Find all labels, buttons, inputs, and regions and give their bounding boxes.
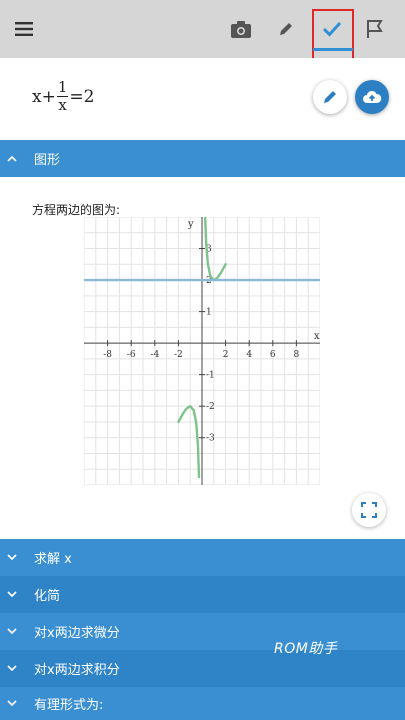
section-solve-x[interactable]: 求解 x [0, 539, 405, 576]
y-tick-label: -2 [206, 402, 215, 412]
chevron-down-icon [0, 539, 24, 576]
series-line-1 [177, 405, 201, 479]
section-simplify[interactable]: 化简 [0, 576, 405, 613]
section-graph-header[interactable]: 图形 [0, 140, 405, 185]
chevron-down-icon [0, 576, 24, 613]
section-title: 对x两边求积分 [34, 663, 120, 678]
y-axis-label: y [187, 219, 194, 230]
camera-button[interactable] [226, 0, 256, 58]
x-tick-label: 8 [294, 350, 300, 360]
x-tick-label: -2 [174, 350, 183, 360]
chevron-down-icon [0, 650, 24, 687]
y-tick-label: 1 [206, 308, 212, 318]
graph-caption: 方程两边的图为: [32, 203, 121, 217]
watermark: ROM助手 [274, 641, 338, 657]
x-tick-label: -6 [127, 350, 136, 360]
fullscreen-button[interactable] [352, 493, 386, 527]
pencil-icon [280, 23, 292, 35]
menu-button[interactable] [8, 0, 40, 58]
chevron-down-icon [0, 685, 24, 720]
edit-equation-button[interactable] [313, 80, 347, 114]
section-rational-form[interactable]: 有理形式为: [0, 687, 405, 720]
equation-suffix: =2 [69, 86, 95, 107]
x-tick-label: 2 [223, 350, 229, 360]
pencil-icon [324, 91, 336, 103]
graph-plot[interactable]: -8 -6 -4 -2 2 4 6 8321-1-2-3xy [84, 217, 320, 485]
flag-button[interactable] [360, 0, 390, 58]
chevron-down-icon [0, 613, 24, 650]
y-tick-label: -1 [206, 371, 215, 381]
fraction-numerator: 1 [56, 78, 69, 97]
upload-button[interactable] [355, 80, 389, 114]
section-graph-title: 图形 [34, 153, 61, 168]
equation-area: x+ 1 x =2 [0, 58, 405, 140]
cloud-upload-icon [363, 90, 382, 103]
graph-panel: 方程两边的图为: -8 -6 -4 -2 2 4 6 8 3 2 1 -1 -2 -3 x y [0, 177, 405, 539]
fullscreen-icon [361, 502, 377, 518]
chevron-up-icon [0, 140, 24, 177]
camera-icon [231, 20, 251, 38]
top-toolbar [0, 0, 405, 60]
x-tick-label: -8 [103, 350, 112, 360]
equation-prefix: x+ [32, 86, 56, 107]
section-differentiate[interactable]: 对x两边求微分 [0, 613, 405, 650]
x-tick-label: 4 [246, 350, 252, 360]
hamburger-icon [15, 22, 33, 36]
handwriting-button[interactable] [272, 0, 300, 58]
x-axis-label: x [314, 331, 320, 342]
x-tick-label: 6 [270, 350, 276, 360]
section-title: 化简 [34, 589, 61, 604]
flag-icon [367, 20, 383, 38]
section-integrate[interactable]: 对x两边求积分 [0, 650, 405, 687]
check-icon [322, 21, 342, 37]
section-title: 有理形式为: [34, 698, 104, 713]
section-title: 求解 x [34, 552, 72, 567]
section-title: 对x两边求微分 [34, 626, 120, 641]
fraction-denominator: x [58, 96, 67, 114]
active-tab-indicator [313, 48, 353, 51]
x-tick-label: -4 [150, 350, 159, 360]
y-tick-label: -3 [206, 434, 215, 444]
equation-display[interactable]: x+ 1 x =2 [32, 80, 94, 113]
equation-fraction: 1 x [56, 78, 69, 114]
